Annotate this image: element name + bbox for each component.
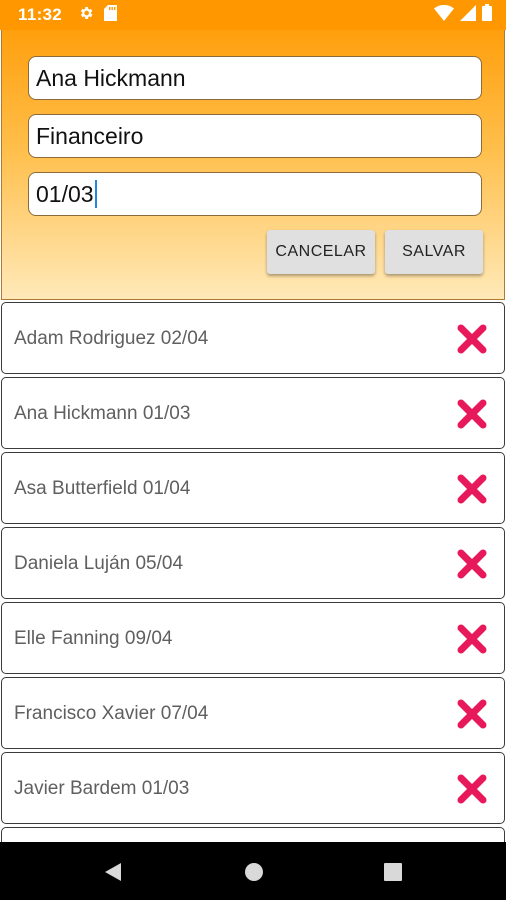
list-item[interactable]: Asa Butterfield 01/04	[1, 452, 505, 524]
signal-icon	[460, 4, 476, 26]
navigation-bar	[0, 842, 506, 900]
cancel-button[interactable]: CANCELAR	[267, 230, 375, 274]
date-input[interactable]: 01/03	[28, 172, 482, 216]
status-bar: 11:32	[0, 0, 506, 30]
delete-icon[interactable]	[455, 397, 489, 431]
delete-icon[interactable]	[455, 772, 489, 806]
list-item-label: Ana Hickmann 01/03	[14, 403, 191, 424]
list-item[interactable]: Adam Rodriguez 02/04	[1, 302, 505, 374]
status-time: 11:32	[18, 5, 63, 24]
list-item-label: Francisco Xavier 07/04	[14, 703, 209, 724]
edit-form-panel: Ana Hickmann Financeiro 01/03 CANCELAR S…	[1, 30, 505, 300]
text-cursor	[94, 180, 97, 208]
list-item[interactable]: Ana Hickmann 01/03	[1, 377, 505, 449]
back-icon[interactable]	[102, 861, 124, 883]
name-input-value: Ana Hickmann	[36, 64, 186, 91]
date-input-value: 01/03	[36, 180, 94, 207]
gear-icon	[78, 5, 94, 26]
home-icon[interactable]	[243, 861, 265, 883]
recents-icon[interactable]	[382, 861, 404, 883]
wifi-icon	[434, 4, 454, 26]
list-item[interactable]: Daniela Luján 05/04	[1, 527, 505, 599]
save-button[interactable]: SALVAR	[385, 230, 483, 274]
department-input-value: Financeiro	[36, 122, 144, 149]
list-item[interactable]: Javier Bardem 01/03	[1, 752, 505, 824]
list-item-label: Javier Bardem 01/03	[14, 778, 190, 799]
name-input[interactable]: Ana Hickmann	[28, 56, 482, 100]
list-item-label: Elle Fanning 09/04	[14, 628, 173, 649]
list-item-label: Asa Butterfield 01/04	[14, 478, 191, 499]
delete-icon[interactable]	[455, 472, 489, 506]
delete-icon[interactable]	[455, 697, 489, 731]
list-item-label: Daniela Luján 05/04	[14, 553, 184, 574]
list-item[interactable]: Francisco Xavier 07/04	[1, 677, 505, 749]
delete-icon[interactable]	[455, 322, 489, 356]
delete-icon[interactable]	[455, 622, 489, 656]
list-item-label: Adam Rodriguez 02/04	[14, 328, 209, 349]
battery-icon	[482, 4, 492, 26]
department-input[interactable]: Financeiro	[28, 114, 482, 158]
list-item[interactable]: Elle Fanning 09/04	[1, 602, 505, 674]
delete-icon[interactable]	[455, 547, 489, 581]
sd-card-icon	[104, 4, 118, 26]
